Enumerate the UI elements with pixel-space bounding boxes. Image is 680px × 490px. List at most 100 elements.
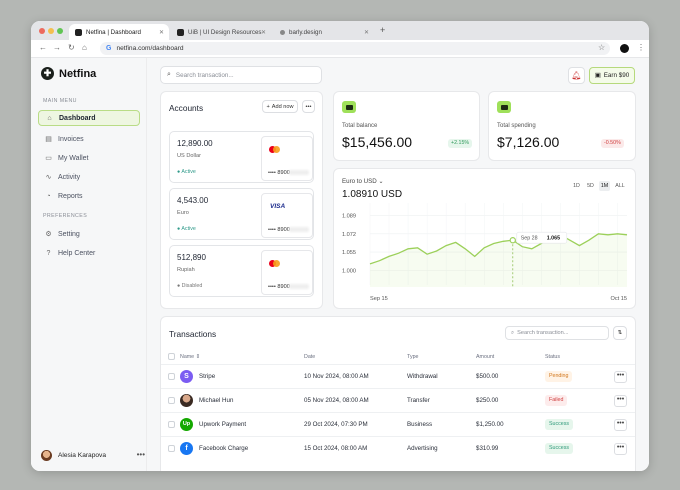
row-type: Advertising bbox=[407, 445, 438, 452]
account-amount: 12,890.00 bbox=[177, 139, 213, 148]
column-header-status[interactable]: Status bbox=[545, 354, 560, 360]
earn-button[interactable]: ▣ Earn $90 bbox=[589, 67, 635, 84]
main-content: ⌕ Search transaction... 🔔︎ ▣ Earn $90 Acco… bbox=[147, 58, 649, 471]
facebook-logo-icon: f bbox=[180, 442, 193, 455]
forward-icon[interactable]: → bbox=[53, 43, 61, 52]
plus-icon: + bbox=[266, 103, 270, 110]
row-more-button[interactable]: ••• bbox=[614, 419, 627, 431]
card-preview: VISA •••• 8900 bbox=[261, 193, 313, 238]
column-header-amount[interactable]: Amount bbox=[476, 354, 494, 360]
transactions-search-input[interactable]: ⌕ Search transaction... bbox=[505, 326, 609, 340]
row-more-button[interactable]: ••• bbox=[614, 371, 627, 383]
sidebar-item-label: Dashboard bbox=[59, 114, 96, 122]
table-row[interactable]: S Stripe 10 Nov 2024, 08:00 AM Withdrawa… bbox=[161, 364, 635, 388]
maximize-window-button[interactable] bbox=[57, 28, 63, 34]
sidebar-item-my-wallet[interactable]: ▭ My Wallet bbox=[38, 150, 140, 166]
brand[interactable]: ✚ Netfina bbox=[41, 67, 96, 80]
column-header-date[interactable]: Date bbox=[304, 354, 315, 360]
sidebar: ✚ Netfina MAIN MENU ⌂ Dashboard ▤ Invoices … bbox=[31, 58, 147, 471]
close-tab-icon[interactable]: ✕ bbox=[159, 29, 164, 36]
search-input[interactable]: ⌕ Search transaction... bbox=[160, 66, 322, 84]
column-header-name[interactable]: Name ⇕ bbox=[180, 354, 200, 360]
close-tab-icon[interactable]: ✕ bbox=[261, 29, 266, 36]
mastercard-icon bbox=[269, 146, 280, 153]
card-blur bbox=[289, 170, 309, 175]
browser-tab-uib[interactable]: UiB | UI Design Resources ✕ bbox=[171, 24, 271, 40]
line-chart[interactable]: 1.089 1.072 1.055 1.000 Sep 28 1.065 Sep 15 Oct… bbox=[334, 169, 637, 310]
browser-tab-barly[interactable]: barly.design ✕ bbox=[274, 24, 374, 40]
column-header-type[interactable]: Type bbox=[407, 354, 418, 360]
total-spending-card: Total spending $7,126.00 -0.50% bbox=[488, 91, 636, 161]
sidebar-item-activity[interactable]: ∿ Activity bbox=[38, 169, 140, 185]
wallet-icon: ▭ bbox=[45, 155, 52, 162]
new-tab-icon[interactable]: + bbox=[380, 25, 385, 35]
table-row[interactable]: Michael Hun 05 Nov 2024, 08:00 AM Transf… bbox=[161, 388, 635, 412]
status-badge: Success bbox=[545, 443, 574, 454]
account-item[interactable]: 512,890 Rupiah ● Disabled •••• 8900 bbox=[169, 245, 314, 297]
more-icon[interactable]: ••• bbox=[137, 450, 145, 459]
netfina-logo-icon: ✚ bbox=[41, 67, 54, 80]
sidebar-item-invoices[interactable]: ▤ Invoices bbox=[38, 131, 140, 147]
row-checkbox[interactable] bbox=[168, 397, 175, 404]
balance-icon bbox=[342, 101, 356, 113]
select-all-checkbox[interactable] bbox=[168, 353, 175, 360]
table-row[interactable]: f Facebook Charge 15 Oct 2024, 08:00 AM … bbox=[161, 436, 635, 460]
upwork-logo-icon: Up bbox=[180, 418, 193, 431]
sidebar-item-label: Invoices bbox=[58, 135, 84, 143]
status-badge: Failed bbox=[545, 395, 568, 406]
row-checkbox[interactable] bbox=[168, 373, 175, 380]
status-text: Active bbox=[181, 169, 196, 175]
notification-bell-icon[interactable]: 🔔︎ bbox=[568, 67, 585, 84]
gear-icon: ⚙ bbox=[45, 231, 52, 238]
user-profile[interactable]: Alesia Karapova ••• bbox=[41, 450, 145, 461]
row-name: Stripe bbox=[199, 373, 216, 380]
stripe-logo-icon: S bbox=[180, 370, 193, 383]
back-icon[interactable]: ← bbox=[39, 43, 47, 52]
browser-window: Netfina | Dashboard ✕ UiB | UI Design Res… bbox=[31, 21, 649, 471]
add-account-button[interactable]: + Add now bbox=[262, 100, 298, 113]
table-row[interactable]: Up Upwork Payment 29 Oct 2024, 07:30 PM … bbox=[161, 412, 635, 436]
browser-toolbar: ← → ↻ ⌂ Gnetfina.com/dashboard ☆ ⋮ bbox=[31, 40, 649, 58]
account-item[interactable]: 12,890.00 US Dollar ● Active •••• 8900 bbox=[169, 131, 314, 183]
transactions-title: Transactions bbox=[169, 329, 217, 339]
close-tab-icon[interactable]: ✕ bbox=[364, 29, 369, 36]
reload-icon[interactable]: ↻ bbox=[68, 43, 75, 52]
browser-menu-icon[interactable]: ⋮ bbox=[637, 43, 645, 52]
accounts-more-button[interactable]: ••• bbox=[302, 100, 315, 113]
sidebar-item-dashboard[interactable]: ⌂ Dashboard bbox=[38, 110, 140, 126]
status-badge: ● Disabled bbox=[177, 283, 203, 289]
sidebar-item-reports[interactable]: ◔ Reports bbox=[38, 188, 140, 204]
change-badge: -0.50% bbox=[601, 139, 624, 148]
sidebar-item-setting[interactable]: ⚙ Setting bbox=[38, 226, 140, 242]
row-amount: $1,250.00 bbox=[476, 421, 504, 428]
minimize-window-button[interactable] bbox=[48, 28, 54, 34]
card-number: •••• 8900 bbox=[268, 284, 290, 290]
address-bar[interactable]: Gnetfina.com/dashboard bbox=[100, 42, 610, 55]
row-amount: $500.00 bbox=[476, 373, 499, 380]
sidebar-item-help-center[interactable]: ? Help Center bbox=[38, 245, 140, 261]
sidebar-item-label: Reports bbox=[58, 192, 83, 200]
close-window-button[interactable] bbox=[39, 28, 45, 34]
tab-label: Netfina | Dashboard bbox=[86, 28, 141, 36]
brand-name: Netfina bbox=[59, 67, 97, 80]
home-browser-icon[interactable]: ⌂ bbox=[82, 43, 87, 52]
bookmark-star-icon[interactable]: ☆ bbox=[598, 43, 605, 52]
profile-icon[interactable] bbox=[620, 44, 629, 53]
sidebar-item-label: My Wallet bbox=[58, 154, 89, 162]
filter-button[interactable]: ⇅ bbox=[613, 326, 627, 340]
earn-label: Earn $90 bbox=[603, 72, 630, 79]
search-placeholder: Search transaction... bbox=[517, 330, 569, 336]
card-preview: •••• 8900 bbox=[261, 250, 313, 295]
browser-tab-netfina[interactable]: Netfina | Dashboard ✕ bbox=[69, 24, 169, 40]
account-item[interactable]: 4,543.00 Euro ● Active VISA •••• 8900 bbox=[169, 188, 314, 240]
row-checkbox[interactable] bbox=[168, 421, 175, 428]
url-text: netfina.com/dashboard bbox=[116, 45, 184, 52]
row-more-button[interactable]: ••• bbox=[614, 443, 627, 455]
row-date: 15 Oct 2024, 08:00 AM bbox=[304, 445, 368, 452]
row-checkbox[interactable] bbox=[168, 445, 175, 452]
row-type: Transfer bbox=[407, 397, 430, 404]
y-tick-label: 1.000 bbox=[342, 268, 356, 274]
row-more-button[interactable]: ••• bbox=[614, 395, 627, 407]
account-currency: US Dollar bbox=[177, 153, 201, 159]
tooltip-date: Sep 28 bbox=[521, 236, 538, 242]
